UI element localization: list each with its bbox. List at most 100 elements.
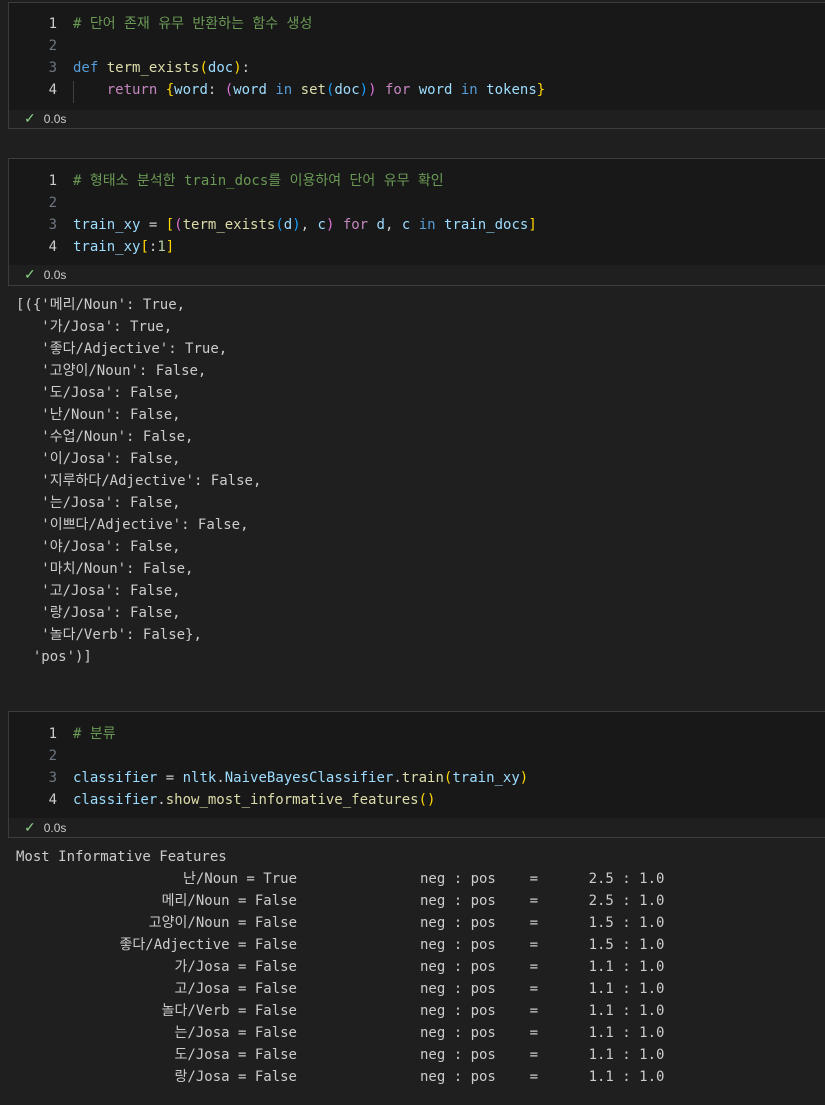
code-line[interactable]: 4 classifier.show_most_informative_featur… xyxy=(9,789,825,811)
code-text: # 단어 존재 유무 반환하는 함수 생성 xyxy=(73,13,312,35)
code-token: word xyxy=(418,82,453,98)
feature-name: 랑/Josa = False xyxy=(174,1069,297,1085)
feature-name: 도/Josa = False xyxy=(174,1047,297,1063)
code-line[interactable]: 3 train_xy = [(term_exists(d), c) for d, … xyxy=(9,214,825,236)
code-token: ] xyxy=(528,217,537,233)
code-token: train xyxy=(401,770,444,786)
code-token: ( xyxy=(224,82,234,98)
feature-ratio: neg : pos = 1.1 : 1.0 xyxy=(420,981,665,997)
line-number: 3 xyxy=(48,60,57,76)
code-token: . xyxy=(216,770,225,786)
feature-ratio: neg : pos = 1.5 : 1.0 xyxy=(420,915,665,931)
feature-row: 랑/Josa = False neg : pos = 1.1 : 1.0 xyxy=(0,1066,825,1088)
code-token: () xyxy=(418,792,436,808)
feature-name: 난/Noun = True xyxy=(182,871,297,887)
code-editor-1[interactable]: 1 # 단어 존재 유무 반환하는 함수 생성 2 3 def term_exists(… xyxy=(9,3,825,110)
cell-output-2: [({'메리/Noun': True, '가/Josa': True, '좋다/… xyxy=(16,297,262,665)
code-token: in xyxy=(460,82,478,98)
cell-status-1: ✓ 0.0s xyxy=(8,107,66,129)
feature-ratio: neg : pos = 2.5 : 1.0 xyxy=(420,893,665,909)
code-editor-2[interactable]: 1 # 형태소 분석한 train_docs를 이용하여 단어 유무 확인 2 3 tr… xyxy=(9,159,825,265)
line-number: 1 xyxy=(48,726,57,742)
code-token: ( xyxy=(199,60,208,76)
code-token: in xyxy=(418,217,436,233)
feature-row: 좋다/Adjective = False neg : pos = 1.5 : 1.… xyxy=(0,934,825,956)
code-line[interactable]: 2 xyxy=(9,192,825,214)
code-token: c xyxy=(317,217,326,233)
feature-name: 좋다/Adjective = False xyxy=(119,937,297,953)
code-token: # 분류 xyxy=(73,726,116,742)
code-text: # 분류 xyxy=(73,723,116,745)
code-token: ) xyxy=(359,82,369,98)
code-token: ) xyxy=(368,82,377,98)
code-token: ( xyxy=(174,217,183,233)
code-token: train_xy xyxy=(73,239,141,255)
code-text: def term_exists(doc): xyxy=(73,57,250,79)
code-editor-3[interactable]: 1 # 분류 2 3 classifier = nltk.NaiveBayesClass… xyxy=(9,712,825,818)
check-icon: ✓ xyxy=(24,266,36,282)
code-token: for xyxy=(384,82,411,98)
code-line[interactable]: 3 classifier = nltk.NaiveBayesClassifier.… xyxy=(9,767,825,789)
code-text: # 형태소 분석한 train_docs를 이용하여 단어 유무 확인 xyxy=(73,170,444,192)
code-token: ] xyxy=(165,239,175,255)
line-number: 3 xyxy=(48,217,57,233)
code-line[interactable]: 3 def term_exists(doc): xyxy=(9,57,825,79)
code-token: for xyxy=(342,217,369,233)
code-line[interactable]: 2 xyxy=(9,745,825,767)
code-token: [ xyxy=(140,239,149,255)
code-token: def xyxy=(73,60,99,76)
code-token: = xyxy=(157,770,183,786)
feature-ratio: neg : pos = 1.1 : 1.0 xyxy=(420,1047,665,1063)
code-token: ) xyxy=(233,60,242,76)
code-token: doc xyxy=(334,82,360,98)
indent-guide xyxy=(73,81,74,103)
feature-row: 메리/Noun = False neg : pos = 2.5 : 1.0 xyxy=(0,890,825,912)
execution-time: 0.0s xyxy=(43,268,67,282)
code-token: , xyxy=(300,217,318,233)
line-number: 4 xyxy=(48,239,57,255)
code-line[interactable]: 4 return {word: (word in set(doc)) for w… xyxy=(9,79,825,101)
code-token: } xyxy=(536,82,546,98)
feature-name: 는/Josa = False xyxy=(174,1025,297,1041)
feature-name: 고양이/Noun = False xyxy=(148,915,297,931)
code-token: nltk xyxy=(182,770,217,786)
code-token: doc xyxy=(207,60,234,76)
code-line[interactable]: 1 # 형태소 분석한 train_docs를 이용하여 단어 유무 확인 xyxy=(9,170,825,192)
feature-ratio: neg : pos = 1.1 : 1.0 xyxy=(420,1025,665,1041)
code-token: classifier xyxy=(73,792,158,808)
code-line[interactable]: 1 # 단어 존재 유무 반환하는 함수 생성 xyxy=(9,13,825,35)
line-number: 1 xyxy=(48,173,57,189)
code-text: classifier = nltk.NaiveBayesClassifier.t… xyxy=(73,767,528,789)
line-number: 2 xyxy=(48,38,57,54)
feature-ratio: neg : pos = 1.1 : 1.0 xyxy=(420,959,665,975)
code-token: train_docs xyxy=(444,217,529,233)
code-token: train_xy xyxy=(73,217,141,233)
code-token: in xyxy=(275,82,293,98)
code-token: ) xyxy=(519,770,529,786)
check-icon: ✓ xyxy=(24,819,36,835)
code-token: d xyxy=(283,217,293,233)
line-number: 1 xyxy=(48,16,57,32)
code-line[interactable]: 2 xyxy=(9,35,825,57)
code-token: tokens xyxy=(486,82,537,98)
code-token: show_most_informative_features xyxy=(165,792,419,808)
code-text: train_xy[:1] xyxy=(73,236,174,258)
code-text: classifier.show_most_informative_feature… xyxy=(73,789,435,811)
code-line[interactable]: 4 train_xy[:1] xyxy=(9,236,825,258)
code-token: classifier xyxy=(73,770,158,786)
feature-row: 도/Josa = False neg : pos = 1.1 : 1.0 xyxy=(0,1044,825,1066)
feature-row: 고양이/Noun = False neg : pos = 1.5 : 1.0 xyxy=(0,912,825,934)
line-number: 2 xyxy=(48,748,57,764)
code-line[interactable]: 1 # 분류 xyxy=(9,723,825,745)
